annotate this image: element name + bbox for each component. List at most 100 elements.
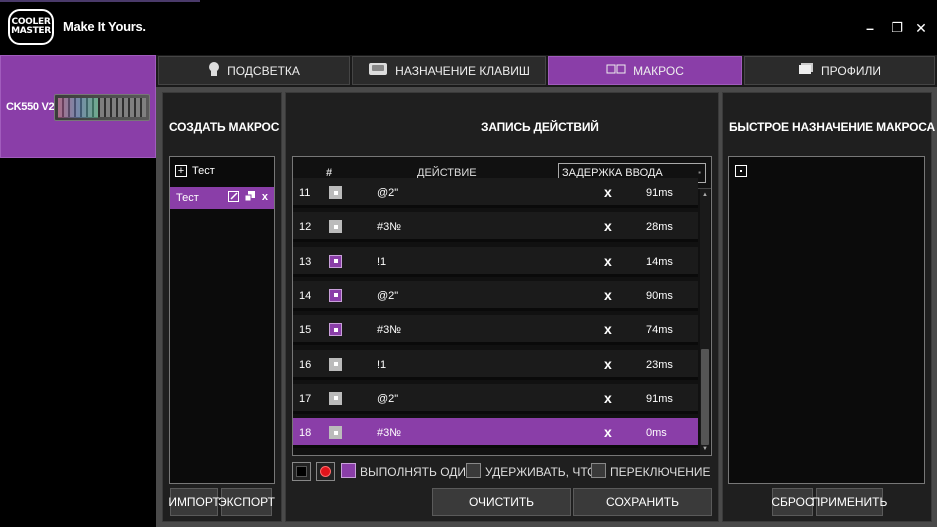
close-button[interactable]: ✕	[911, 18, 931, 38]
save-button[interactable]: СОХРАНИТЬ	[573, 488, 712, 516]
assign-item-checkbox[interactable]	[735, 165, 747, 177]
add-macro-item[interactable]: + Тест	[175, 165, 215, 177]
tab-label: ПОДСВЕТКА	[227, 63, 300, 78]
table-scrollbar[interactable]: ▲ ▼	[700, 189, 710, 455]
row-delete-icon[interactable]: x	[604, 424, 612, 440]
row-delete-icon[interactable]: x	[604, 390, 612, 406]
row-number: 15	[299, 324, 312, 337]
quick-assign-title: БЫСТРОЕ НАЗНАЧЕНИЕ МАКРОСА	[729, 120, 935, 134]
top-stripe	[0, 0, 200, 2]
table-row[interactable]: 13 !1 x 14ms	[293, 246, 698, 277]
row-delay[interactable]: 90ms	[646, 290, 673, 302]
key-up-icon[interactable]	[329, 391, 342, 405]
scroll-down-icon[interactable]: ▼	[701, 445, 709, 453]
row-delete-icon[interactable]: x	[604, 321, 612, 337]
row-delay[interactable]: 28ms	[646, 221, 673, 233]
edit-icon[interactable]	[227, 191, 239, 205]
row-number: 11	[299, 187, 311, 199]
table-row[interactable]: 16 !1 x 23ms	[293, 349, 698, 380]
key-up-icon[interactable]	[329, 186, 342, 199]
key-down-icon[interactable]	[329, 254, 342, 268]
maximize-button[interactable]: ❐	[887, 18, 907, 38]
tab-macro[interactable]: МАКРОС	[548, 56, 742, 85]
tab-label: МАКРОС	[633, 63, 684, 78]
title-bar: COOLER MASTER Make It Yours. – ❐ ✕	[0, 0, 937, 55]
duplicate-icon[interactable]	[244, 191, 256, 205]
keyboard-image	[54, 94, 150, 121]
table-row[interactable]: 14 @2" x 90ms	[293, 280, 698, 311]
table-row[interactable]: 15 #3№ x 74ms	[293, 315, 698, 346]
table-row[interactable]: 12 #3№ x 28ms	[293, 212, 698, 243]
key-down-icon[interactable]	[329, 288, 342, 302]
row-action: #3№	[377, 324, 402, 337]
table-row[interactable]: 17 @2" x 91ms	[293, 383, 698, 414]
row-delay[interactable]: 91ms	[646, 393, 673, 405]
macro-icon	[606, 63, 626, 78]
tab-key-assignment[interactable]: НАЗНАЧЕНИЕ КЛАВИШ	[352, 56, 546, 85]
row-number: 13	[299, 255, 312, 268]
tagline: Make It Yours.	[63, 19, 146, 34]
device-name: CK550 V2	[6, 101, 55, 113]
dropdown-arrow-icon: ▪	[698, 168, 701, 177]
tab-label: ПРОФИЛИ	[821, 63, 881, 78]
toggle-label: ПЕРЕКЛЮЧЕНИЕ ЦИ	[610, 465, 711, 479]
create-macro-title: СОЗДАТЬ МАКРОС	[169, 120, 280, 134]
macro-list-item-selected[interactable]: Тест x	[170, 187, 274, 209]
apply-button[interactable]: ПРИМЕНИТЬ	[812, 488, 887, 516]
row-action: !1	[377, 358, 387, 371]
key-up-icon[interactable]	[329, 357, 342, 371]
plus-icon: +	[175, 165, 187, 177]
row-delete-icon[interactable]: x	[604, 356, 612, 372]
tab-label: НАЗНАЧЕНИЕ КЛАВИШ	[395, 63, 530, 78]
keycap-icon	[368, 62, 388, 79]
row-delete-icon[interactable]: x	[604, 253, 612, 269]
hold-checkbox[interactable]	[466, 463, 481, 478]
row-number: 18	[299, 427, 312, 440]
row-delay[interactable]: 74ms	[646, 324, 673, 336]
reset-button[interactable]: СБРОС	[771, 488, 814, 516]
key-down-icon[interactable]	[329, 323, 342, 337]
lightbulb-icon	[208, 61, 220, 80]
row-number: 16	[299, 358, 312, 371]
device-card[interactable]: CK550 V2	[0, 55, 156, 158]
stop-button[interactable]	[292, 462, 311, 481]
minimize-button[interactable]: –	[860, 18, 880, 38]
tab-lighting[interactable]: ПОДСВЕТКА	[158, 56, 350, 85]
row-delete-icon[interactable]: x	[604, 218, 612, 234]
table-row[interactable]: 11 @2" x 91ms	[293, 178, 698, 208]
row-delete-icon[interactable]: x	[604, 184, 612, 200]
record-button[interactable]	[316, 462, 335, 481]
row-action: @2"	[377, 187, 399, 199]
hold-label: УДЕРЖИВАТЬ, ЧТОБ	[485, 465, 605, 479]
clear-button[interactable]: ОЧИСТИТЬ	[432, 488, 571, 516]
row-delay[interactable]: 0ms	[646, 427, 667, 439]
actions-table: # ДЕЙСТВИЕ ЗАДЕРЖКА ВВОДА ▪ 11 @2" x 91ms 12…	[292, 156, 712, 456]
scroll-thumb[interactable]	[701, 349, 709, 445]
key-up-icon[interactable]	[329, 426, 342, 440]
row-action: !1	[377, 255, 387, 268]
macro-item-label: Тест	[176, 192, 199, 204]
row-number: 17	[299, 392, 312, 405]
table-row[interactable]: 18 #3№ x 0ms	[293, 418, 698, 449]
row-delay[interactable]: 14ms	[646, 256, 673, 268]
row-action: #3№	[377, 221, 402, 234]
macro-list: + Тест Тест x	[169, 156, 275, 484]
key-up-icon[interactable]	[329, 220, 342, 234]
profiles-icon	[798, 63, 814, 78]
recording-title: ЗАПИСЬ ДЕЙСТВИЙ	[481, 120, 599, 134]
import-button[interactable]: ИМПОРТ	[168, 488, 220, 516]
toggle-checkbox[interactable]	[591, 463, 606, 478]
row-delay[interactable]: 91ms	[646, 187, 673, 199]
cooler-master-logo: COOLER MASTER	[8, 9, 54, 45]
row-action: #3№	[377, 427, 402, 440]
export-button[interactable]: ЭКСПОРТ	[218, 488, 275, 516]
quick-assign-list	[728, 156, 925, 484]
row-delay[interactable]: 23ms	[646, 359, 673, 371]
row-number: 14	[299, 289, 312, 302]
delete-icon[interactable]: x	[262, 191, 268, 205]
row-delete-icon[interactable]: x	[604, 287, 612, 303]
run-once-checkbox[interactable]	[341, 463, 356, 478]
tab-profiles[interactable]: ПРОФИЛИ	[744, 56, 935, 85]
row-number: 12	[299, 221, 312, 234]
scroll-up-icon[interactable]: ▲	[701, 191, 709, 199]
